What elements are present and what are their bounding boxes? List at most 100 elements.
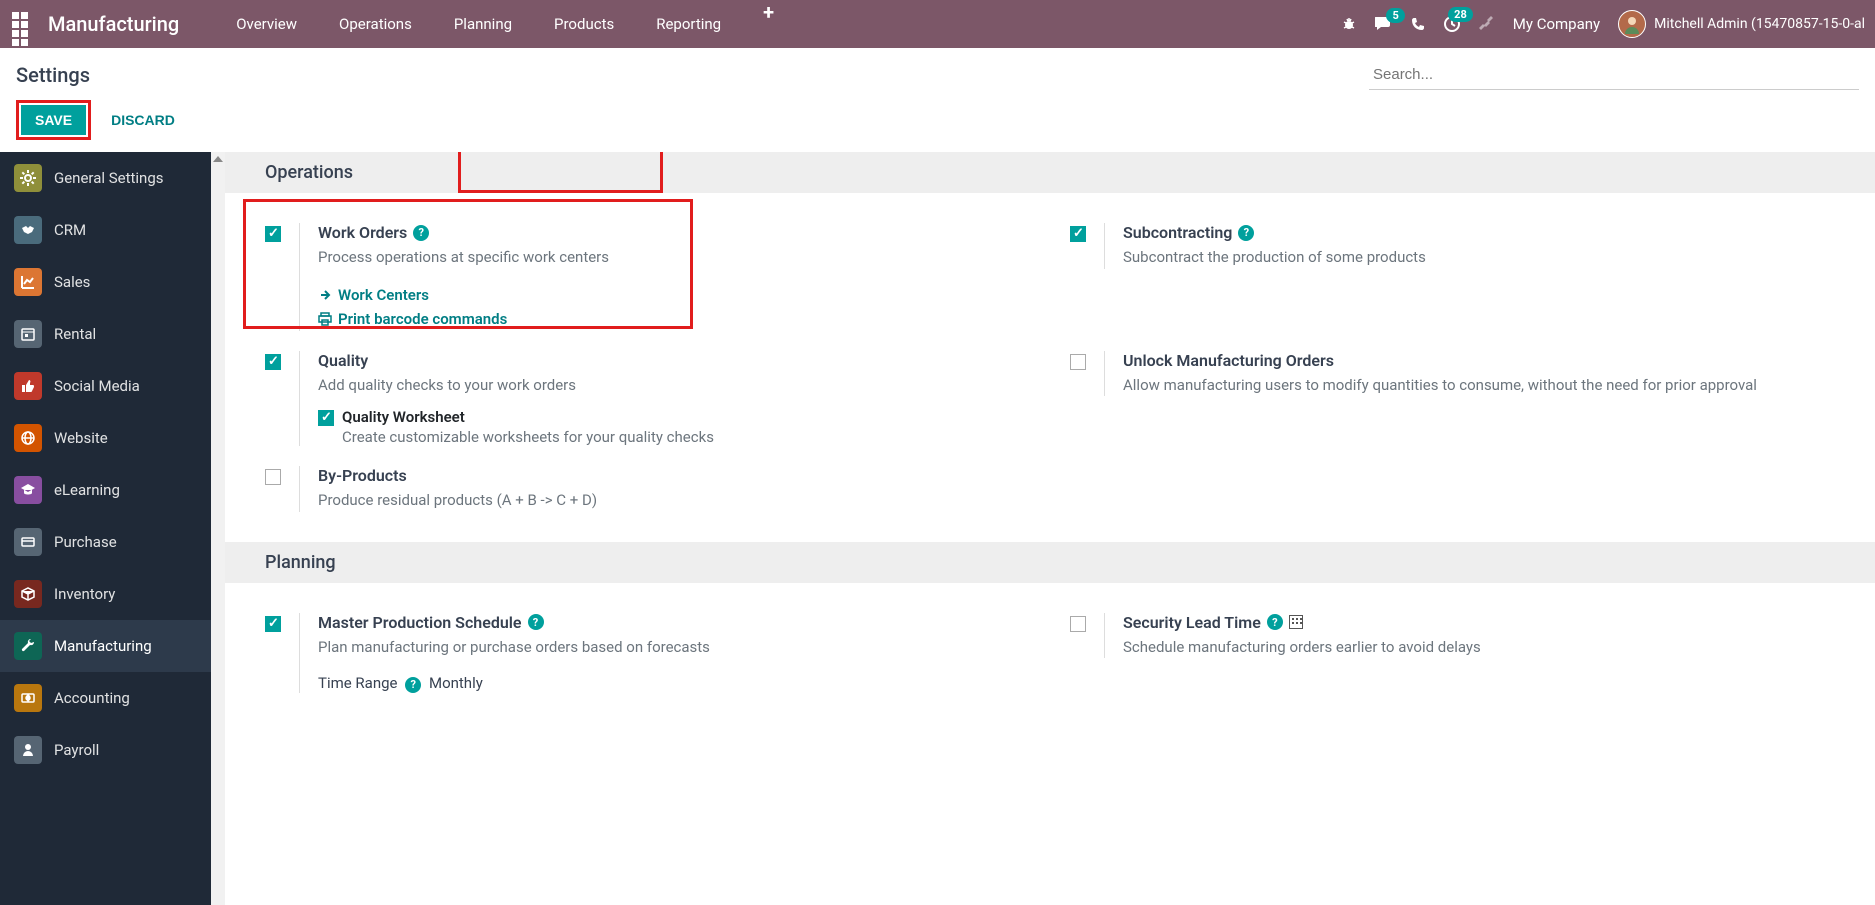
help-icon[interactable]: ? — [1238, 225, 1254, 241]
sidebar-item-label: Rental — [54, 325, 96, 343]
subcontracting-checkbox[interactable] — [1070, 226, 1086, 242]
page-title: Settings — [16, 63, 90, 87]
sidebar-item-crm[interactable]: CRM — [0, 204, 211, 256]
sidebar-item-label: eLearning — [54, 481, 120, 499]
control-panel: Settings — [0, 48, 1875, 90]
setting-unlock-mo: Unlock Manufacturing Orders Allow manufa… — [1050, 341, 1855, 457]
app-brand[interactable]: Manufacturing — [48, 12, 179, 36]
setting-title-label: Unlock Manufacturing Orders — [1123, 351, 1334, 370]
setting-desc: Plan manufacturing or purchase orders ba… — [318, 636, 1030, 659]
nav-add-icon[interactable]: + — [742, 0, 795, 48]
sidebar-item-general-settings[interactable]: General Settings — [0, 152, 211, 204]
sidebar-item-manufacturing[interactable]: Manufacturing — [0, 620, 211, 672]
sidebar-item-label: Manufacturing — [54, 637, 152, 655]
user-menu[interactable]: Mitchell Admin (15470857-15-0-al — [1618, 10, 1865, 38]
security-lead-checkbox[interactable] — [1070, 616, 1086, 632]
section-header-operations: Operations — [225, 152, 1875, 193]
handshake-icon — [14, 216, 42, 244]
discard-button[interactable]: DISCARD — [111, 112, 175, 128]
company-selector[interactable]: My Company — [1513, 15, 1600, 33]
work-orders-checkbox[interactable] — [265, 226, 281, 242]
control-buttons: SAVE DISCARD — [0, 90, 1875, 152]
link-print-barcode[interactable]: Print barcode commands — [318, 307, 1030, 331]
time-range-label: Time Range — [318, 674, 398, 692]
sidebar-item-label: Website — [54, 429, 108, 447]
scroll-up-icon — [213, 156, 223, 162]
setting-desc: Schedule manufacturing orders earlier to… — [1123, 636, 1835, 659]
sub-setting-desc: Create customizable worksheets for your … — [342, 428, 714, 446]
setting-byproducts: By-Products Produce residual products (A… — [245, 456, 1050, 522]
sidebar-item-inventory[interactable]: Inventory — [0, 568, 211, 620]
nav-reporting[interactable]: Reporting — [635, 0, 742, 48]
setting-title-label: Subcontracting — [1123, 223, 1232, 242]
nav-operations[interactable]: Operations — [318, 0, 433, 48]
main-layout: General Settings CRM Sales Rental Social… — [0, 152, 1875, 905]
quality-checkbox[interactable] — [265, 354, 281, 370]
sidebar-item-rental[interactable]: Rental — [0, 308, 211, 360]
settings-content: Operations Work Orders ? Process operati… — [225, 152, 1875, 905]
setting-security-lead-time: Security Lead Time ? Schedule manufactur… — [1050, 603, 1855, 703]
section-header-planning: Planning — [225, 542, 1875, 583]
planning-grid: Master Production Schedule ? Plan manufa… — [225, 583, 1875, 723]
sidebar-item-elearning[interactable]: eLearning — [0, 464, 211, 516]
time-range-value[interactable]: Monthly — [429, 674, 483, 692]
setting-quality: Quality Add quality checks to your work … — [245, 341, 1050, 457]
messages-icon[interactable]: 5 — [1375, 16, 1393, 32]
setting-work-orders: Work Orders ? Process operations at spec… — [245, 213, 1050, 341]
sidebar-item-label: Social Media — [54, 377, 140, 395]
sidebar-item-accounting[interactable]: $ Accounting — [0, 672, 211, 724]
building-icon — [1289, 615, 1303, 629]
wrench-icon — [14, 632, 42, 660]
user-name: Mitchell Admin (15470857-15-0-al — [1654, 16, 1865, 32]
unlock-mo-checkbox[interactable] — [1070, 354, 1086, 370]
arrow-right-icon — [318, 288, 332, 302]
bug-icon[interactable] — [1341, 16, 1357, 32]
setting-title-label: By-Products — [318, 466, 407, 485]
phone-icon[interactable] — [1411, 17, 1425, 31]
setting-mps: Master Production Schedule ? Plan manufa… — [245, 603, 1050, 703]
card-icon — [14, 528, 42, 556]
highlight-box-operations-header — [458, 152, 663, 193]
sidebar-item-sales[interactable]: Sales — [0, 256, 211, 308]
sidebar-item-label: CRM — [54, 221, 86, 239]
apps-icon[interactable] — [10, 10, 38, 38]
help-icon[interactable]: ? — [528, 614, 544, 630]
calendar-icon — [14, 320, 42, 348]
chart-icon — [14, 268, 42, 296]
setting-title-label: Security Lead Time — [1123, 613, 1261, 632]
help-icon[interactable]: ? — [1267, 614, 1283, 630]
nav-overview[interactable]: Overview — [215, 0, 318, 48]
sidebar-item-website[interactable]: Website — [0, 412, 211, 464]
sidebar-item-social-media[interactable]: Social Media — [0, 360, 211, 412]
setting-title-label: Work Orders — [318, 223, 407, 242]
nav-menu: Overview Operations Planning Products Re… — [215, 0, 795, 48]
tools-icon[interactable] — [1479, 16, 1495, 32]
help-icon[interactable]: ? — [405, 677, 421, 693]
setting-desc: Subcontract the production of some produ… — [1123, 246, 1835, 269]
money-icon: $ — [14, 684, 42, 712]
byproducts-checkbox[interactable] — [265, 469, 281, 485]
sidebar-item-label: Accounting — [54, 689, 130, 707]
top-nav: Manufacturing Overview Operations Planni… — [0, 0, 1875, 48]
nav-products[interactable]: Products — [533, 0, 635, 48]
person-icon — [14, 736, 42, 764]
setting-subcontracting: Subcontracting ? Subcontract the product… — [1050, 213, 1855, 341]
sidebar-scrollbar[interactable] — [211, 152, 225, 905]
sidebar-item-payroll[interactable]: Payroll — [0, 724, 211, 776]
setting-desc: Allow manufacturing users to modify quan… — [1123, 374, 1835, 397]
mps-checkbox[interactable] — [265, 616, 281, 632]
save-button[interactable]: SAVE — [21, 105, 86, 135]
activities-icon[interactable]: 28 — [1443, 15, 1461, 33]
sidebar-item-label: Purchase — [54, 533, 117, 551]
help-icon[interactable]: ? — [413, 225, 429, 241]
link-work-centers[interactable]: Work Centers — [318, 283, 1030, 307]
operations-grid: Work Orders ? Process operations at spec… — [225, 193, 1875, 542]
nav-planning[interactable]: Planning — [433, 0, 533, 48]
activities-badge: 28 — [1448, 7, 1473, 22]
highlight-box-save: SAVE — [16, 100, 91, 140]
grad-icon — [14, 476, 42, 504]
sidebar-item-purchase[interactable]: Purchase — [0, 516, 211, 568]
box-icon — [14, 580, 42, 608]
quality-worksheet-checkbox[interactable] — [318, 410, 334, 426]
search-input[interactable] — [1369, 60, 1859, 90]
